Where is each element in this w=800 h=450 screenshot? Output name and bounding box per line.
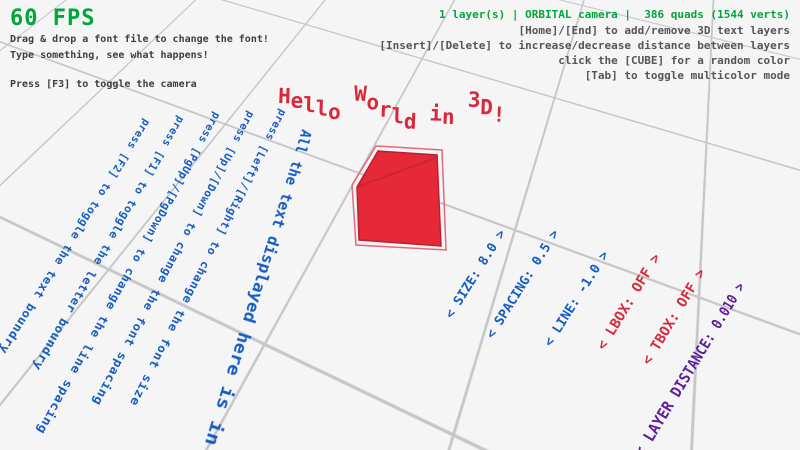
- wave-title-text: Hello World in 3D!: [278, 84, 507, 116]
- red-cube[interactable]: [352, 146, 446, 250]
- cube-graphic: [0, 0, 800, 450]
- help-cube-color: click the [CUBE] for a random color: [558, 54, 790, 67]
- help-multicolor: [Tab] to toggle multicolor mode: [585, 69, 790, 82]
- help-add-layers: [Home]/[End] to add/remove 3D text layer…: [518, 24, 790, 37]
- fps-counter: 60 FPS: [10, 6, 95, 31]
- raylib-text-draw-3d-window: press [F2] to toggle the text boundry pr…: [0, 0, 800, 450]
- help-layer-distance: [Insert]/[Delete] to increase/decrease d…: [379, 39, 790, 52]
- hint-toggle-camera: Press [F3] to toggle the camera: [10, 79, 197, 90]
- status-line: 1 layer(s) | ORBITAL camera | 386 quads …: [439, 8, 790, 21]
- hint-drag-drop: Drag & drop a font file to change the fo…: [10, 34, 269, 45]
- hint-type-something: Type something, see what happens!: [10, 50, 209, 61]
